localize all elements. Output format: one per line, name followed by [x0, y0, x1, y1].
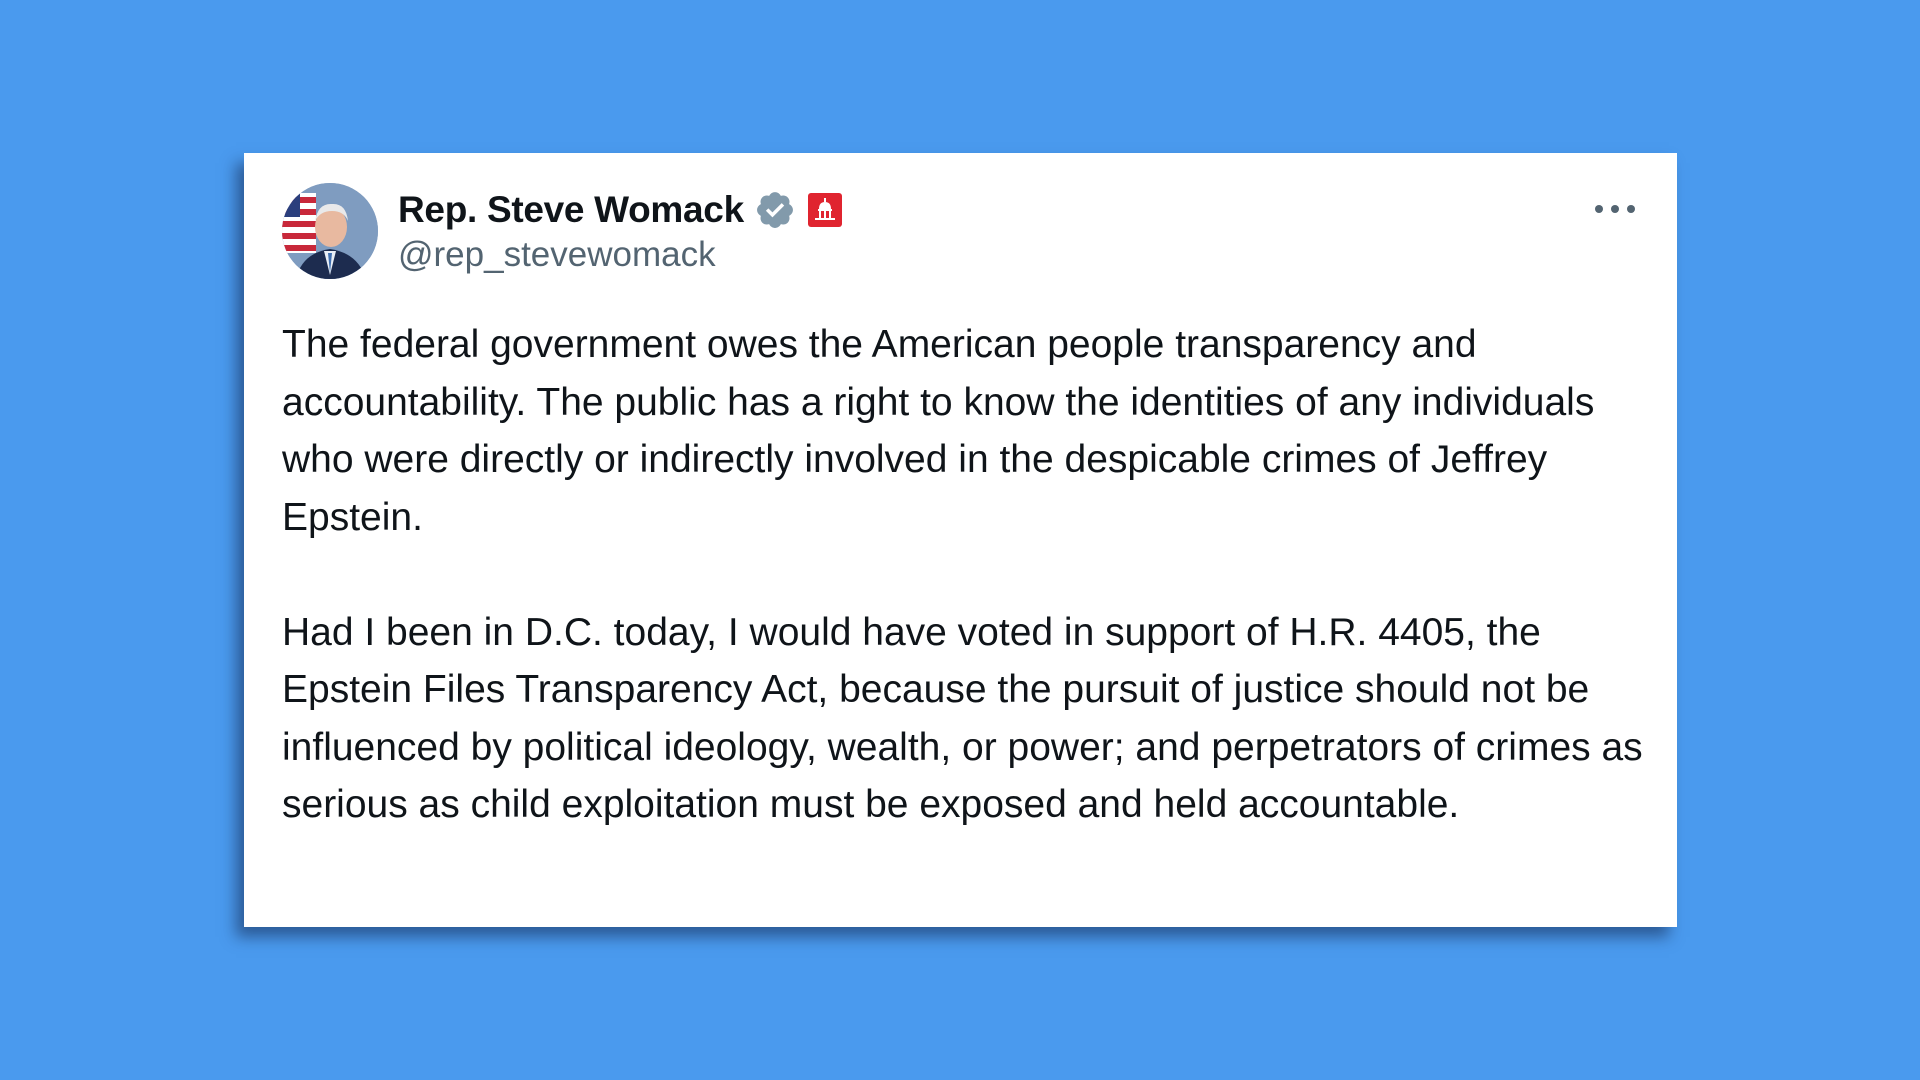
dot: [1627, 205, 1635, 213]
tweet-paragraph: The federal government owes the American…: [282, 323, 1595, 539]
dot: [1595, 205, 1603, 213]
author-row: Rep. Steve Womack: [398, 186, 842, 234]
dot: [1611, 205, 1619, 213]
tweet-text: The federal government owes the American…: [282, 316, 1652, 834]
author-handle[interactable]: @rep_stevewomack: [398, 235, 716, 275]
more-options-icon[interactable]: [1595, 199, 1635, 219]
profile-photo: [282, 183, 378, 279]
author-name[interactable]: Rep. Steve Womack: [398, 189, 744, 231]
us-capitol-badge-icon: [807, 193, 842, 227]
tweet-card: Rep. Steve Womack @rep_stevewomack The f…: [244, 153, 1677, 927]
avatar[interactable]: [282, 183, 378, 279]
tweet-paragraph: Had I been in D.C. today, I would have v…: [282, 610, 1643, 827]
verified-badge-icon: [754, 189, 796, 231]
